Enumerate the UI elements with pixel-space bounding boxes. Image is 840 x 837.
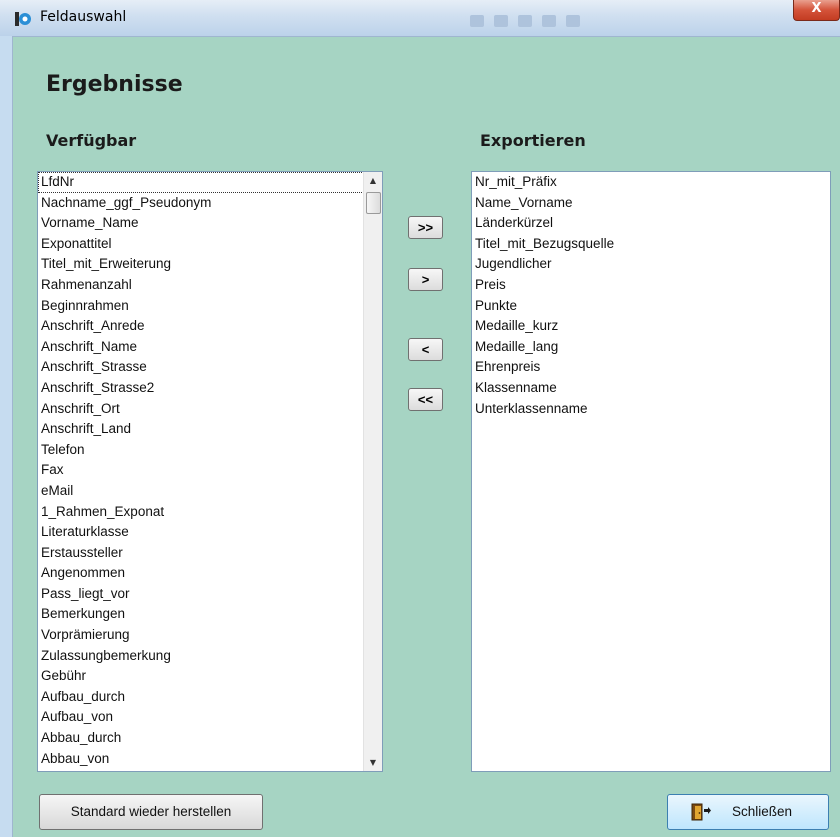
page-title: Ergebnisse	[46, 72, 183, 97]
available-list-item[interactable]: Zulassungbemerkung	[38, 646, 382, 667]
remove-one-button[interactable]: <	[408, 338, 443, 361]
available-list-item[interactable]: Nachname_ggf_Pseudonym	[38, 193, 382, 214]
export-list-item[interactable]: Titel_mit_Bezugsquelle	[472, 234, 830, 255]
export-list-item[interactable]: Klassenname	[472, 378, 830, 399]
export-list-item[interactable]: Medaille_kurz	[472, 316, 830, 337]
available-list-item[interactable]: Literaturklasse	[38, 522, 382, 543]
available-list-item[interactable]: Anschrift_Ort	[38, 399, 382, 420]
available-scrollbar[interactable]: ▲ ▼	[363, 172, 382, 771]
add-all-button[interactable]: >>	[408, 216, 443, 239]
export-list: Nr_mit_Präfix Name_Vorname Länderkürzel Tit…	[472, 172, 830, 419]
available-list-item[interactable]: Anschrift_Anrede	[38, 316, 382, 337]
available-list-item[interactable]: Erstaussteller	[38, 543, 382, 564]
available-label: Verfügbar	[46, 131, 137, 150]
available-list-item[interactable]: 1_Rahmen_Exponat	[38, 502, 382, 523]
available-list-item[interactable]: Anschrift_Strasse	[38, 357, 382, 378]
available-list-item[interactable]: Bemerkungen	[38, 604, 382, 625]
available-list-item[interactable]: Abbau_durch	[38, 728, 382, 749]
export-list-item[interactable]: Ehrenpreis	[472, 357, 830, 378]
available-list-item[interactable]: LfdNr	[38, 172, 382, 193]
available-list-item[interactable]: Gebühr	[38, 666, 382, 687]
available-list-item[interactable]: Angenommen	[38, 563, 382, 584]
available-listbox[interactable]: LfdNr Nachname_ggf_Pseudonym Vorname_Name E…	[37, 171, 383, 772]
available-list-item[interactable]: Beginnrahmen	[38, 296, 382, 317]
window-left-border	[0, 36, 13, 837]
available-list-item[interactable]: Anschrift_Strasse2	[38, 378, 382, 399]
available-list-item[interactable]: Pass_liegt_vor	[38, 584, 382, 605]
available-list-item[interactable]: eMail	[38, 481, 382, 502]
export-list-item[interactable]: Medaille_lang	[472, 337, 830, 358]
close-icon: X	[811, 1, 822, 16]
export-list-item[interactable]: Name_Vorname	[472, 193, 830, 214]
available-list: LfdNr Nachname_ggf_Pseudonym Vorname_Name E…	[38, 172, 382, 769]
export-listbox[interactable]: Nr_mit_Präfix Name_Vorname Länderkürzel Tit…	[471, 171, 831, 772]
titlebar-background-decoration	[470, 12, 700, 27]
export-label: Exportieren	[480, 131, 586, 150]
export-list-item[interactable]: Unterklassenname	[472, 399, 830, 420]
available-list-item[interactable]: Fax	[38, 460, 382, 481]
export-list-item[interactable]: Punkte	[472, 296, 830, 317]
door-exit-icon	[691, 803, 711, 821]
export-list-item[interactable]: Länderkürzel	[472, 213, 830, 234]
export-list-item[interactable]: Preis	[472, 275, 830, 296]
available-list-item[interactable]: Vorname_Name	[38, 213, 382, 234]
scroll-up-icon[interactable]: ▲	[364, 172, 382, 189]
available-list-item[interactable]: Abbau_von	[38, 749, 382, 770]
scroll-down-icon[interactable]: ▼	[364, 754, 382, 771]
available-list-item[interactable]: Exponattitel	[38, 234, 382, 255]
available-list-item[interactable]: Vorprämierung	[38, 625, 382, 646]
title-bar[interactable]: Feldauswahl X	[0, 0, 840, 37]
app-icon	[15, 12, 31, 26]
window-title: Feldauswahl	[40, 9, 127, 25]
available-list-item[interactable]: Aufbau_durch	[38, 687, 382, 708]
available-list-item[interactable]: Titel_mit_Erweiterung	[38, 254, 382, 275]
available-list-item[interactable]: Rahmenanzahl	[38, 275, 382, 296]
export-list-item[interactable]: Nr_mit_Präfix	[472, 172, 830, 193]
scroll-thumb[interactable]	[366, 192, 381, 214]
dialog-window: Feldauswahl X Ergebnisse Verfügbar Expor…	[0, 0, 840, 837]
available-list-item[interactable]: Anschrift_Land	[38, 419, 382, 440]
restore-default-button[interactable]: Standard wieder herstellen	[39, 794, 263, 830]
add-one-button[interactable]: >	[408, 268, 443, 291]
export-list-item[interactable]: Jugendlicher	[472, 254, 830, 275]
available-list-item[interactable]: Anschrift_Name	[38, 337, 382, 358]
window-close-button[interactable]: X	[793, 0, 840, 21]
close-dialog-label: Schließen	[732, 804, 793, 819]
remove-all-button[interactable]: <<	[408, 388, 443, 411]
close-dialog-button[interactable]: Schließen	[667, 794, 829, 830]
available-list-item[interactable]: Telefon	[38, 440, 382, 461]
available-list-item[interactable]: Aufbau_von	[38, 707, 382, 728]
